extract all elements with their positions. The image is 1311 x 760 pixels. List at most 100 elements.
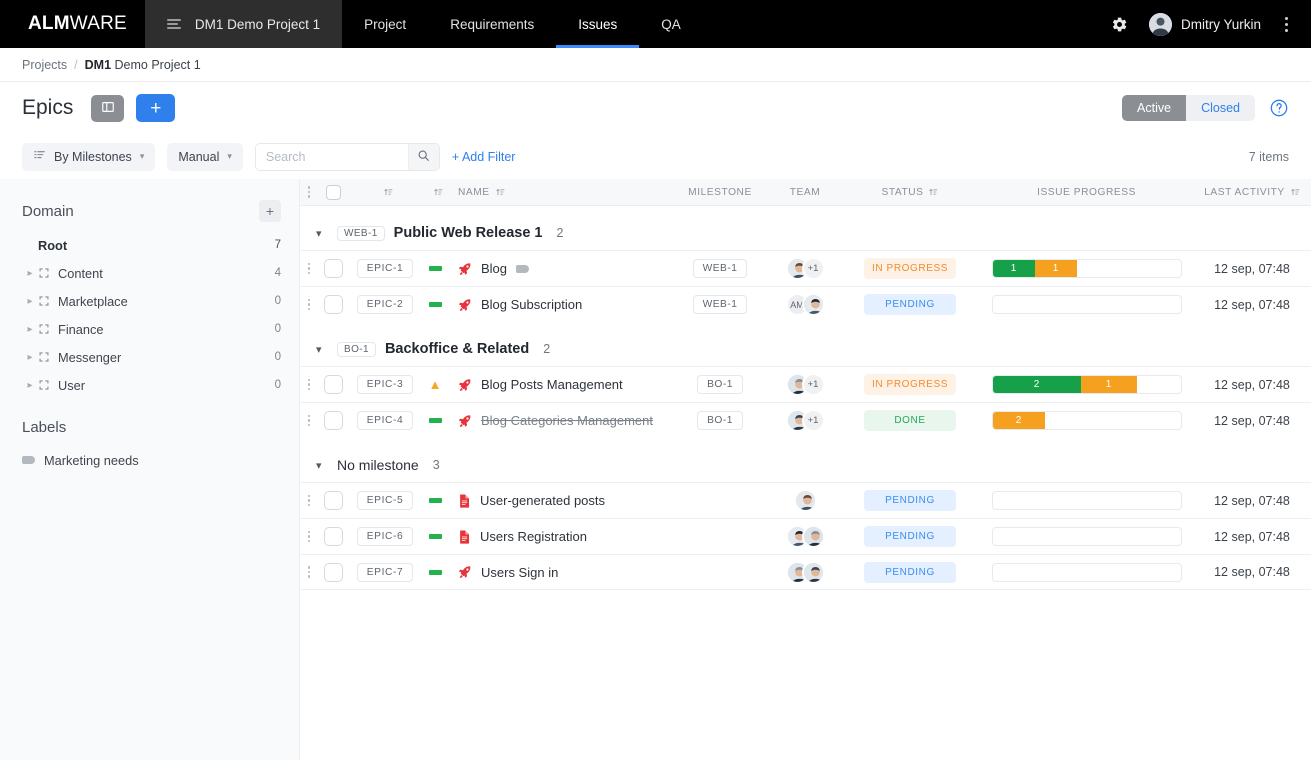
nav-tab-project[interactable]: Project xyxy=(342,0,428,48)
chevron-right-icon[interactable]: ▸ xyxy=(22,324,38,335)
issue-name-label[interactable]: Users Sign in xyxy=(481,565,558,580)
status-badge[interactable]: PENDING xyxy=(864,294,956,315)
row-priority-cell[interactable] xyxy=(422,569,448,575)
table-row[interactable]: EPIC-7 Users Sign in PENDING 12 sep, 07:48 xyxy=(300,554,1311,590)
column-header-issue-progress[interactable]: ISSUE PROGRESS xyxy=(980,187,1193,198)
row-checkbox[interactable] xyxy=(323,411,343,430)
sort-icon[interactable] xyxy=(928,187,938,198)
issue-name-label[interactable]: Blog xyxy=(481,261,507,276)
row-drag-handle[interactable] xyxy=(300,530,318,543)
issue-progress-bar[interactable]: 21 xyxy=(991,375,1182,394)
row-drag-handle[interactable] xyxy=(300,494,318,507)
sort-icon[interactable] xyxy=(433,187,443,197)
issue-name-label[interactable]: Users Registration xyxy=(480,529,587,544)
sort-order-dropdown[interactable]: Manual ▾ xyxy=(167,142,243,171)
sidebar-item-content[interactable]: ▸ Content 4 xyxy=(0,259,299,287)
status-badge[interactable]: PENDING xyxy=(864,490,956,511)
row-priority-cell[interactable] xyxy=(422,266,448,271)
sidebar-item-root[interactable]: Root 7 xyxy=(0,231,299,259)
issue-name-label[interactable]: Blog Posts Management xyxy=(481,377,623,392)
team-avatars[interactable]: +1 xyxy=(785,409,825,432)
row-priority-cell[interactable] xyxy=(422,418,448,423)
issue-progress-bar[interactable]: 11 xyxy=(991,259,1182,278)
row-checkbox[interactable] xyxy=(323,375,343,394)
chevron-down-icon[interactable]: ▾ xyxy=(316,459,328,472)
issue-name-label[interactable]: Blog Subscription xyxy=(481,297,582,312)
issue-progress-bar[interactable] xyxy=(991,562,1182,582)
status-badge[interactable]: PENDING xyxy=(864,561,956,583)
chevron-right-icon[interactable]: ▸ xyxy=(22,296,38,307)
team-avatars[interactable] xyxy=(785,525,825,548)
key-sort-cell[interactable] xyxy=(348,187,422,197)
table-row[interactable]: EPIC-1 Blog WEB-1 +1 IN PROGRESS 1 1 12 sep, 07… xyxy=(300,250,1311,286)
issue-key-badge[interactable]: EPIC-2 xyxy=(356,295,414,314)
breadcrumb-projects-link[interactable]: Projects xyxy=(22,58,67,72)
row-checkbox[interactable] xyxy=(323,491,343,510)
priority-sort-cell[interactable] xyxy=(422,187,448,197)
milestone-badge[interactable]: WEB-1 xyxy=(692,295,748,314)
chevron-right-icon[interactable]: ▸ xyxy=(22,352,38,363)
nav-tab-requirements[interactable]: Requirements xyxy=(428,0,556,48)
status-badge[interactable]: IN PROGRESS xyxy=(864,374,956,395)
chevron-down-icon[interactable]: ▾ xyxy=(316,227,328,240)
add-filter-button[interactable]: + Add Filter xyxy=(452,150,516,164)
table-group-header[interactable]: ▾ BO-1 Backoffice & Related 2 xyxy=(300,332,1311,366)
issue-progress-bar[interactable]: 2 xyxy=(991,411,1182,430)
issue-name-label[interactable]: Blog Categories Management xyxy=(481,413,653,428)
table-row[interactable]: EPIC-3 ▲ Blog Posts Management BO-1 +1 IN PRO… xyxy=(300,366,1311,402)
row-checkbox[interactable] xyxy=(323,295,343,314)
row-priority-cell[interactable]: ▲ xyxy=(422,378,448,391)
search-button[interactable] xyxy=(407,143,439,170)
nav-tab-qa[interactable]: QA xyxy=(639,0,703,48)
status-badge[interactable]: DONE xyxy=(864,410,956,431)
help-circle-icon[interactable] xyxy=(1269,98,1289,118)
team-avatars[interactable] xyxy=(793,489,817,512)
column-header-name[interactable]: NAME xyxy=(448,187,670,198)
sort-icon[interactable] xyxy=(383,187,393,197)
row-priority-cell[interactable] xyxy=(422,534,448,539)
sidebar-item-finance[interactable]: ▸ Finance 0 xyxy=(0,315,299,343)
user-menu[interactable]: Dmitry Yurkin xyxy=(1141,12,1269,36)
row-drag-handle[interactable] xyxy=(300,378,318,391)
row-checkbox[interactable] xyxy=(323,259,343,278)
status-badge[interactable]: IN PROGRESS xyxy=(864,258,956,279)
status-badge[interactable]: PENDING xyxy=(864,526,956,547)
issue-key-badge[interactable]: EPIC-1 xyxy=(356,259,414,278)
team-avatars[interactable]: AM xyxy=(785,293,825,316)
issue-key-badge[interactable]: EPIC-5 xyxy=(356,491,414,510)
sidebar-item-messenger[interactable]: ▸ Messenger 0 xyxy=(0,343,299,371)
row-checkbox[interactable] xyxy=(323,527,343,546)
table-row[interactable]: EPIC-5 User-generated posts PENDING 12 sep,… xyxy=(300,482,1311,518)
column-header-team[interactable]: TEAM xyxy=(770,187,840,198)
issue-name-label[interactable]: User-generated posts xyxy=(480,493,605,508)
issue-progress-bar[interactable] xyxy=(991,491,1182,510)
issue-key-badge[interactable]: EPIC-3 xyxy=(356,375,414,394)
panel-layout-button[interactable] xyxy=(91,94,125,122)
row-priority-cell[interactable] xyxy=(422,498,448,503)
issue-progress-bar[interactable] xyxy=(991,527,1182,546)
search-input[interactable] xyxy=(255,143,408,170)
issue-key-badge[interactable]: EPIC-4 xyxy=(356,411,414,430)
row-drag-handle[interactable] xyxy=(300,414,318,427)
table-row[interactable]: EPIC-6 Users Registration PENDING 12 sep, 0… xyxy=(300,518,1311,554)
sort-icon[interactable] xyxy=(1290,187,1300,198)
table-row[interactable]: EPIC-2 Blog Subscription WEB-1 AM PENDING 12 … xyxy=(300,286,1311,322)
team-avatars[interactable]: +1 xyxy=(785,373,825,396)
gear-icon[interactable] xyxy=(1105,9,1135,39)
chevron-right-icon[interactable]: ▸ xyxy=(22,380,38,391)
issue-key-badge[interactable]: EPIC-7 xyxy=(356,562,414,582)
kebab-vertical-icon[interactable] xyxy=(1275,16,1297,32)
group-by-dropdown[interactable]: By Milestones ▾ xyxy=(22,142,156,171)
sidebar-label-marketing-needs[interactable]: Marketing needs xyxy=(0,447,299,473)
row-drag-handle[interactable] xyxy=(300,262,318,275)
team-avatars[interactable]: +1 xyxy=(785,257,825,280)
sidebar-item-user[interactable]: ▸ User 0 xyxy=(0,371,299,399)
column-header-milestone[interactable]: MILESTONE xyxy=(670,187,770,198)
milestone-badge[interactable]: BO-1 xyxy=(697,411,743,430)
milestone-badge[interactable]: WEB-1 xyxy=(692,259,748,278)
chevron-right-icon[interactable]: ▸ xyxy=(22,268,38,279)
chevron-down-icon[interactable]: ▾ xyxy=(316,343,328,356)
sort-icon[interactable] xyxy=(495,187,505,197)
table-row[interactable]: EPIC-4 Blog Categories Management BO-1 +1 DO… xyxy=(300,402,1311,438)
column-header-last-activity[interactable]: LAST ACTIVITY xyxy=(1193,187,1311,198)
